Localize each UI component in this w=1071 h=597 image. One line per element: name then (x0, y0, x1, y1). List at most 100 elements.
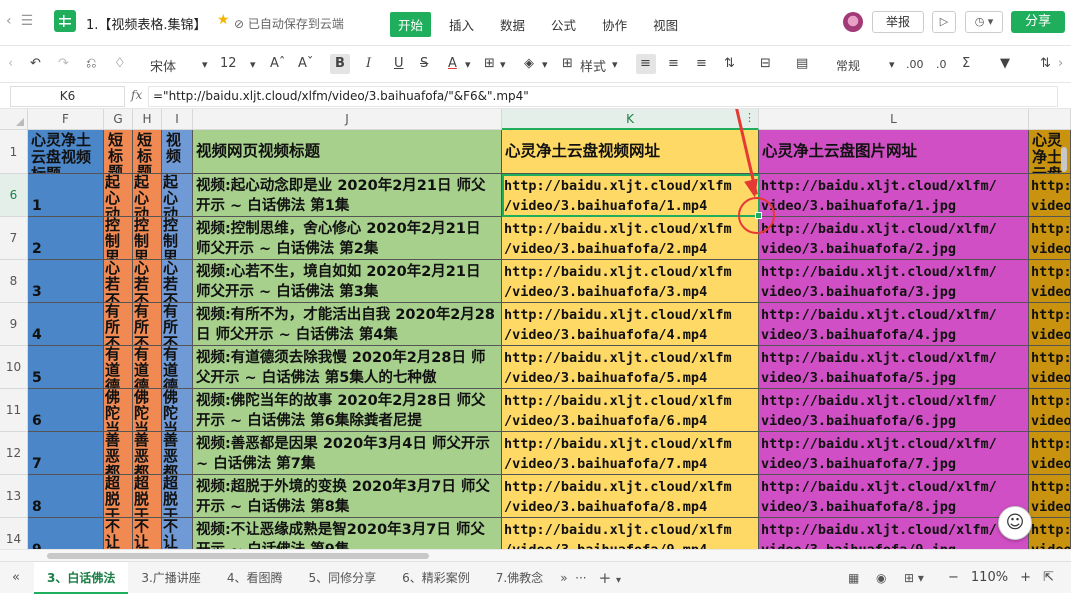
column-header-j[interactable]: J (193, 109, 502, 130)
image-url-cell[interactable]: http://baidu.xljt.cloud/xlfm/ video/3.ba… (759, 174, 1029, 217)
italic-button[interactable]: I (366, 56, 371, 71)
row-header[interactable]: 6 (0, 174, 28, 217)
row-header[interactable]: 8 (0, 260, 28, 303)
sheet-nav-more-icon[interactable]: » ··· (556, 562, 590, 594)
menu-collaborate[interactable]: 协作 (594, 12, 635, 37)
image-url-cell[interactable]: http://baidu.xljt.cloud/xlfm/ video/3.ba… (759, 475, 1029, 518)
short-title-cell[interactable]: 起心动 (104, 174, 133, 217)
format-painter-icon[interactable]: ⎌ (86, 56, 96, 71)
sheet-tab[interactable]: 6、精彩案例 (389, 562, 483, 594)
image-url-cell[interactable]: http://baidu.xljt.cloud/xlfm/ video/3.ba… (759, 518, 1029, 549)
horizontal-scroll-thumb[interactable] (47, 553, 429, 559)
fit-screen-icon[interactable]: ⇱ (1043, 570, 1054, 585)
border-icon[interactable]: ⊞ (484, 56, 495, 71)
align-left-icon[interactable]: ≡ (640, 56, 651, 71)
video-url-cell[interactable]: http://baidu.xljt.cloud/xlfm /video/3.ba… (502, 389, 759, 432)
number-format-select[interactable]: 常规 (836, 57, 860, 74)
protect-icon[interactable]: ◉ (876, 571, 886, 585)
row-number-cell[interactable]: 6 (28, 389, 104, 432)
report-button[interactable]: 举报 (872, 11, 924, 33)
collapse-left-icon[interactable]: ‹ (8, 56, 13, 71)
video-url-cell[interactable]: http://baidu.xljt.cloud/xlfm /video/3.ba… (502, 346, 759, 389)
font-color-icon[interactable]: A (448, 56, 457, 71)
row-header[interactable]: 9 (0, 303, 28, 346)
column-header-l[interactable]: L (759, 109, 1029, 130)
video-title-cell[interactable]: 视频:有道德须去除我慢 2020年2月28日 师父开示 ~ 白话佛法 第5集人的… (193, 346, 502, 389)
overflow-url-cell[interactable]: http://baidu.xljt.cloud/xlfm/ video/3.ba… (1029, 217, 1071, 260)
short-title-cell[interactable]: 佛陀当 (104, 389, 133, 432)
chevron-down-icon[interactable]: ▾ (542, 58, 548, 71)
image-url-cell[interactable]: http://baidu.xljt.cloud/xlfm/ video/3.ba… (759, 303, 1029, 346)
fill-color-icon[interactable]: ◈ (524, 56, 534, 71)
chevron-down-icon[interactable]: ▾ (889, 58, 895, 71)
column-header-g[interactable]: G (104, 109, 133, 130)
layout-icon[interactable]: ⊞ ▾ (904, 571, 924, 585)
image-url-cell[interactable]: http://baidu.xljt.cloud/xlfm/ video/3.ba… (759, 389, 1029, 432)
menu-formula[interactable]: 公式 (543, 12, 584, 37)
video-url-cell[interactable]: http://baidu.xljt.cloud/xlfm /video/3.ba… (502, 260, 759, 303)
menu-view[interactable]: 视图 (645, 12, 686, 37)
row-header[interactable]: 12 (0, 432, 28, 475)
video-url-cell[interactable]: http://baidu.xljt.cloud/xlfm /video/3.ba… (502, 303, 759, 346)
zoom-level[interactable]: 110% (971, 570, 1008, 585)
short-title-cell[interactable]: 控制思 (104, 217, 133, 260)
menu-data[interactable]: 数据 (492, 12, 533, 37)
header-cell-j[interactable]: 视频网页视频标题 (193, 130, 502, 174)
decimal-increase-icon[interactable]: .00 (906, 58, 924, 71)
clear-format-icon[interactable]: ♢ (114, 56, 126, 71)
style-dropdown[interactable]: 样式 (580, 56, 606, 75)
row-header[interactable]: 1 (0, 130, 28, 174)
short-title-cell[interactable]: 超脱于 (133, 475, 162, 518)
video-title-cell[interactable]: 视频:控制思维，舍心修心 2020年2月21日 师父开示 ~ 白话佛法 第2集 (193, 217, 502, 260)
overflow-url-cell[interactable]: http://baidu.xljt.cloud/xlfm/ video/3.ba… (1029, 432, 1071, 475)
header-cell-h[interactable]: 短标题 (133, 130, 162, 174)
short-title-cell[interactable]: 不让恶 (133, 518, 162, 549)
zoom-in-icon[interactable]: + (1020, 570, 1031, 585)
table-style-icon[interactable]: ⊞ (562, 56, 573, 71)
short-title-cell[interactable]: 善恶都 (133, 432, 162, 475)
horizontal-scrollbar[interactable] (0, 549, 1071, 561)
video-url-cell[interactable]: http://baidu.xljt.cloud/xlfm /video/3.ba… (502, 217, 759, 260)
document-title[interactable]: 1.【视频表格.集锦】 (86, 14, 207, 33)
overflow-url-cell[interactable]: http://baidu.xljt.cloud/xlfm/ video/3.ba… (1029, 303, 1071, 346)
short-title-cell[interactable]: 起心动 (162, 174, 193, 217)
increase-font-icon[interactable]: Aˆ (270, 56, 285, 71)
video-title-cell[interactable]: 视频:不让恶缘成熟是智2020年3月7日 师父开示 ~ 白话佛法 第9集 (193, 518, 502, 549)
image-url-cell[interactable]: http://baidu.xljt.cloud/xlfm/ video/3.ba… (759, 432, 1029, 475)
zoom-out-icon[interactable]: − (948, 570, 959, 585)
overflow-url-cell[interactable]: http://baidu.xljt.cloud/xlfm/ video/3.ba… (1029, 260, 1071, 303)
chevron-down-icon[interactable]: ▾ (500, 58, 506, 71)
column-header-k[interactable]: K (502, 109, 759, 130)
sheet-nav-first-icon[interactable]: « (12, 570, 20, 585)
video-title-cell[interactable]: 视频:起心动念即是业 2020年2月21日 师父开示 ~ 白话佛法 第1集 (193, 174, 502, 217)
short-title-cell[interactable]: 有道德 (133, 346, 162, 389)
video-title-cell[interactable]: 视频:心若不生，境自如如 2020年2月21日 师父开示 ~ 白话佛法 第3集 (193, 260, 502, 303)
short-title-cell[interactable]: 心若不 (133, 260, 162, 303)
decrease-font-icon[interactable]: Aˇ (298, 56, 313, 71)
header-cell-f[interactable]: 心灵净土云盘视频标题 (28, 130, 104, 174)
image-url-cell[interactable]: http://baidu.xljt.cloud/xlfm/ video/3.ba… (759, 217, 1029, 260)
overflow-url-cell[interactable]: http://baidu.xljt.cloud/xlfm/ video/3.ba… (1029, 475, 1071, 518)
sheet-tab[interactable]: 4、看图腾 (214, 562, 296, 594)
user-avatar[interactable] (843, 12, 863, 32)
fx-icon[interactable]: fx (131, 88, 142, 102)
short-title-cell[interactable]: 控制思 (162, 217, 193, 260)
header-cell-g[interactable]: 短标题 (104, 130, 133, 174)
filter-icon[interactable]: ▼ (1000, 56, 1010, 71)
row-number-cell[interactable]: 1 (28, 174, 104, 217)
sheet-tab-active[interactable]: 3、白话佛法 (34, 562, 129, 594)
sheet-tab[interactable]: 3.广播讲座 (128, 562, 213, 594)
assistant-helper-icon[interactable]: ☺ (998, 506, 1032, 540)
sheet-tab[interactable]: 7.佛教念 (483, 562, 556, 594)
overflow-url-cell[interactable]: http://baidu.xljt.cloud/xlfm/ video/3.ba… (1029, 346, 1071, 389)
short-title-cell[interactable]: 有所不 (104, 303, 133, 346)
column-menu-icon[interactable]: ⋮ (744, 111, 755, 124)
redo-icon[interactable]: ↷ (58, 56, 69, 71)
cell-name-box[interactable]: K6 (10, 86, 125, 107)
short-title-cell[interactable]: 不让恶 (104, 518, 133, 549)
sheet-view-icon[interactable]: ▦ (848, 571, 859, 585)
back-icon[interactable]: ‹ (6, 13, 12, 29)
font-size-select[interactable]: 12 (220, 56, 237, 71)
row-number-cell[interactable]: 7 (28, 432, 104, 475)
header-cell-i[interactable]: 视频 (162, 130, 193, 174)
